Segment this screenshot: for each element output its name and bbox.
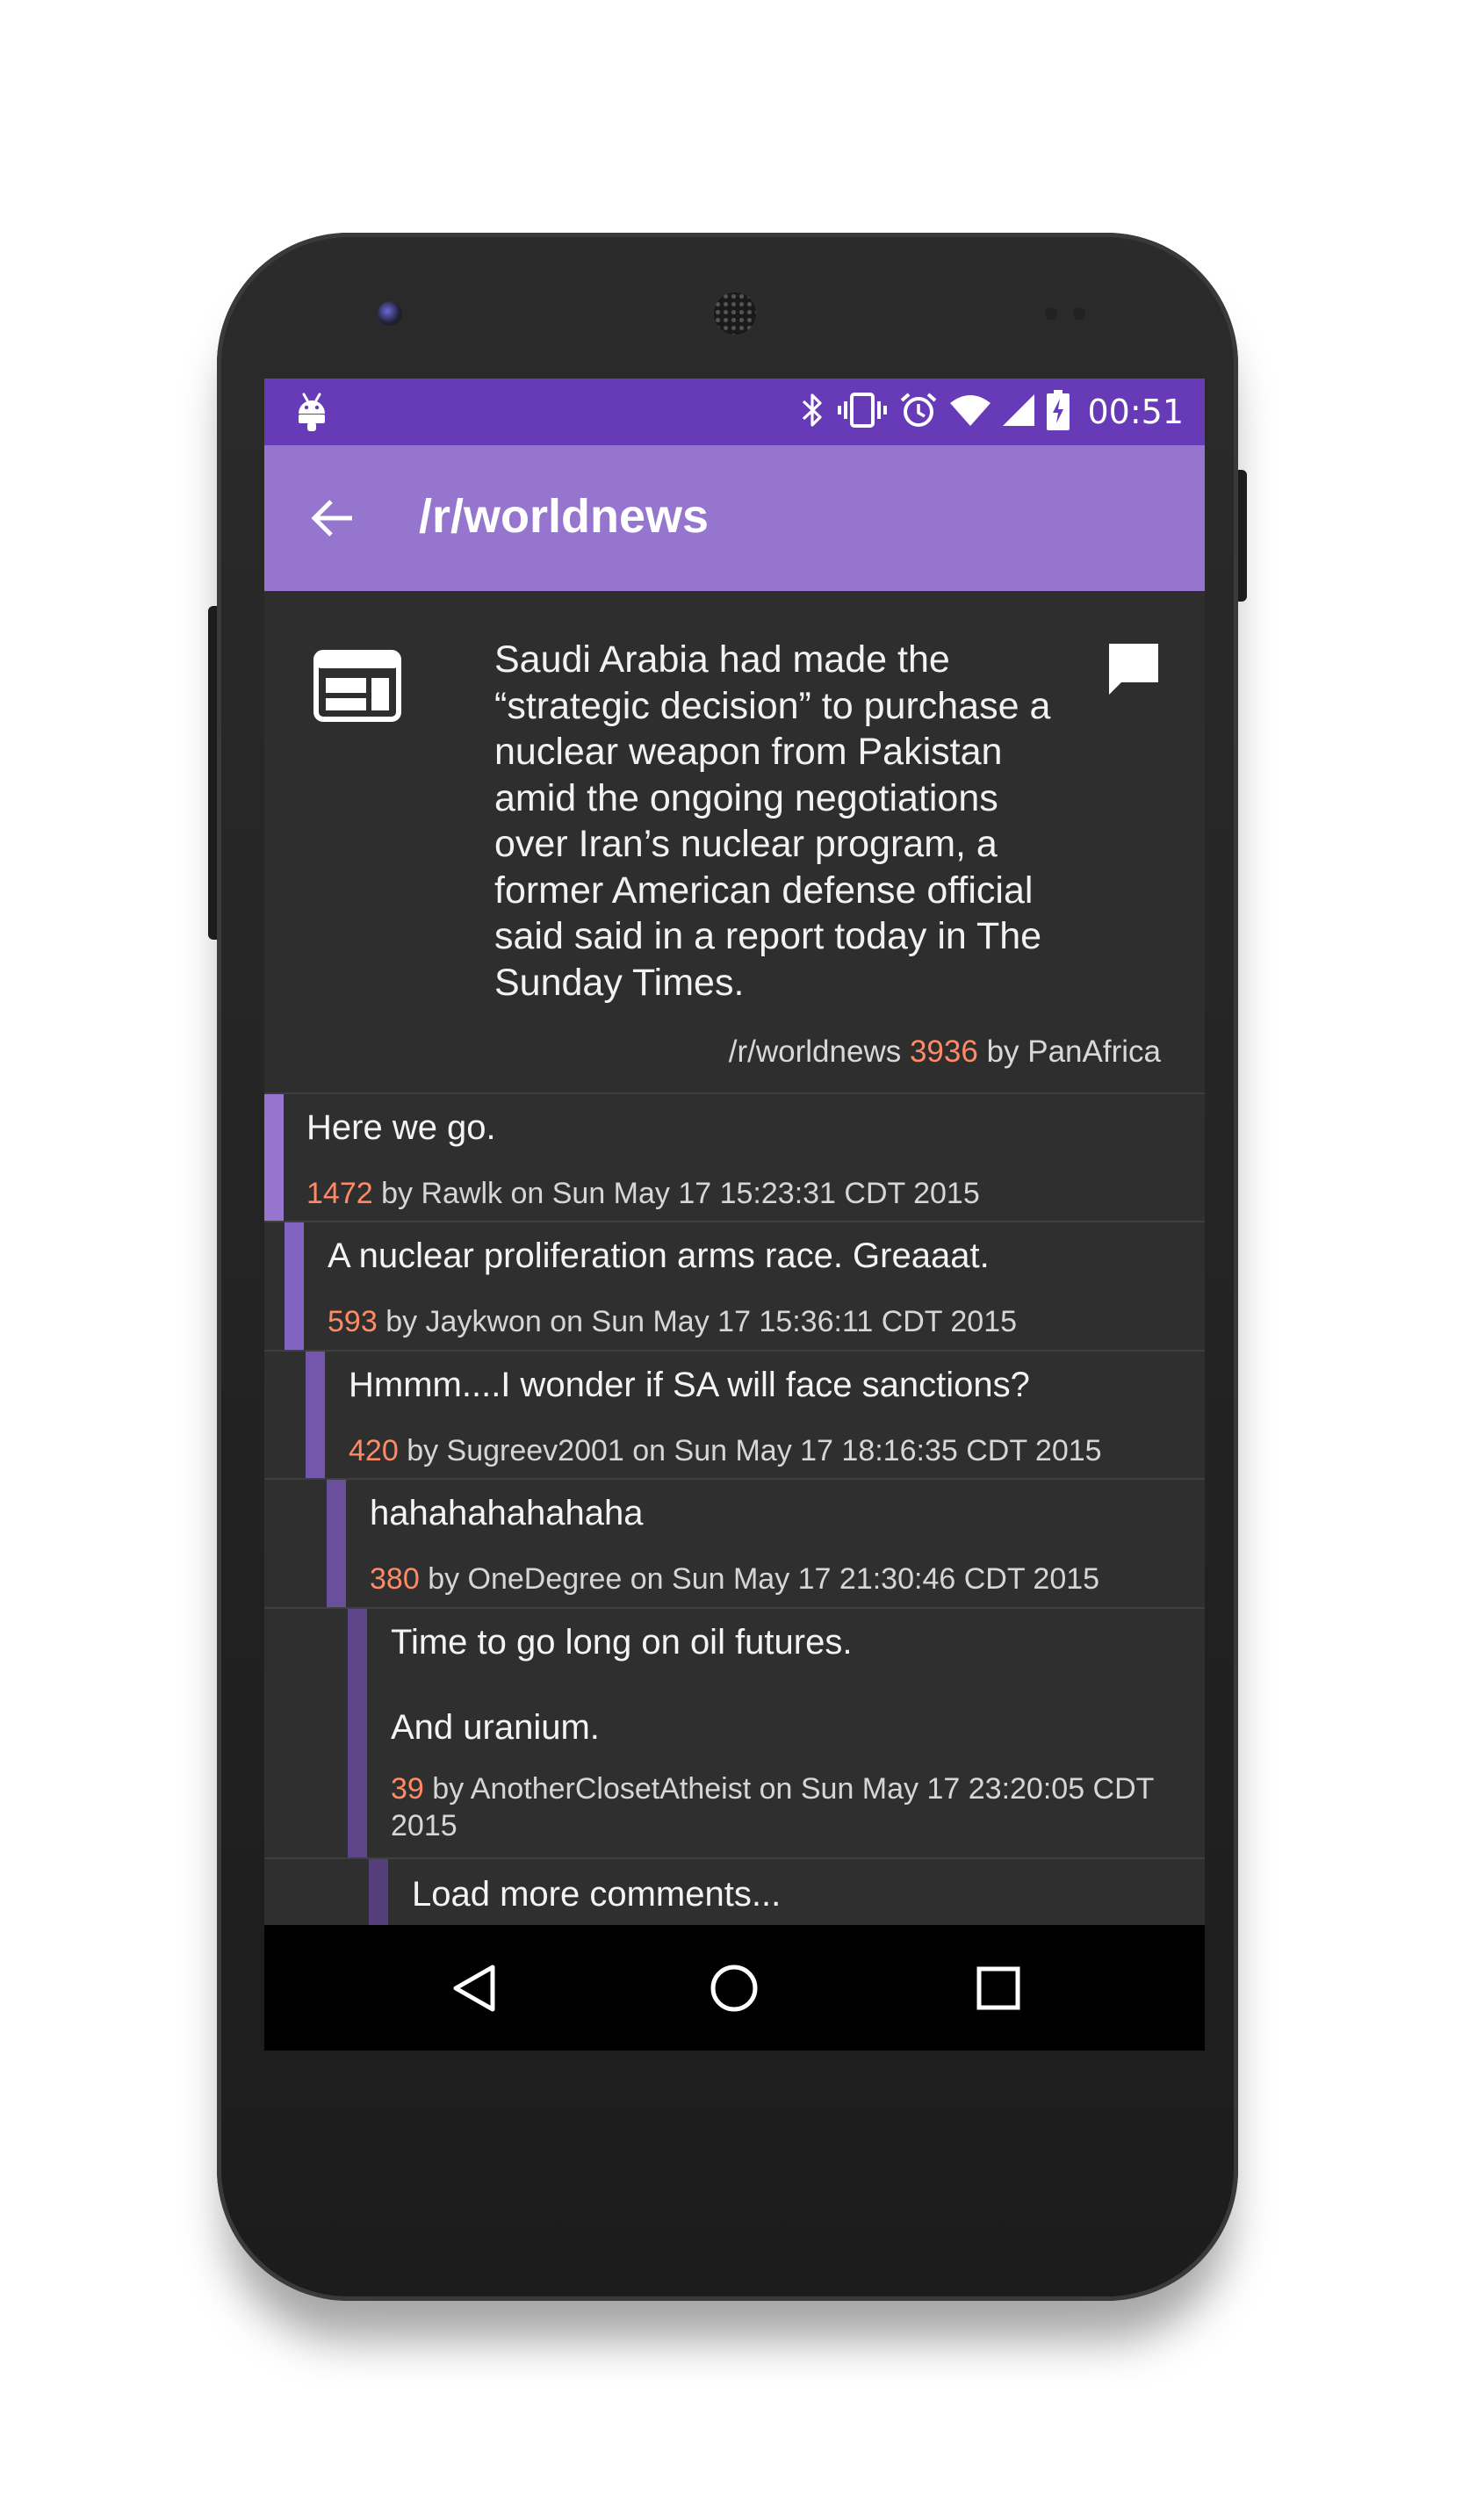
comment-score: 593 — [328, 1305, 378, 1338]
alarm-icon — [899, 391, 938, 434]
post-score: 3936 — [909, 1035, 978, 1069]
comment-body: Hmmm....I wonder if SA will face sanctio… — [349, 1366, 1030, 1404]
post-header[interactable]: Saudi Arabia had made the “strategic dec… — [264, 591, 1205, 1094]
bluetooth-icon — [799, 391, 825, 434]
phone-screen: 00:51 /r/worldnews Saudi Arabia had made… — [264, 379, 1205, 2051]
depth-indicator — [306, 1352, 325, 1478]
page-title: /r/worldnews — [419, 490, 710, 543]
load-more-comments[interactable]: Load more comments... — [264, 1859, 1205, 1929]
comment-body: Here we go. — [306, 1108, 496, 1147]
comment-score: 39 — [391, 1772, 424, 1806]
load-more-label[interactable]: Load more comments... — [412, 1873, 781, 1915]
comment-body: A nuclear proliferation arms race. Greaa… — [328, 1236, 990, 1275]
wifi-icon — [950, 393, 991, 432]
earpiece-speaker — [711, 290, 759, 337]
comment-body-line1: Time to go long on oil futures. — [391, 1623, 853, 1662]
depth-indicator — [285, 1222, 304, 1350]
comment-author-date: by Rawlk on Sun May 17 15:23:31 CDT 2015 — [381, 1177, 980, 1210]
android-debug-icon — [296, 391, 328, 436]
web-link-icon[interactable] — [313, 650, 401, 726]
comment-meta-continuation: 2015 — [391, 1809, 457, 1842]
comment-meta: 1472 by Rawlk on Sun May 17 15:23:31 CDT… — [306, 1175, 980, 1212]
status-bar: 00:51 — [264, 379, 1205, 445]
depth-indicator — [348, 1609, 367, 1857]
arrow-back-icon[interactable] — [310, 496, 356, 544]
depth-indicator — [369, 1859, 388, 1929]
system-nav-bar — [264, 1925, 1205, 2051]
comment-item[interactable]: Time to go long on oil futures. And uran… — [264, 1609, 1205, 1859]
cell-signal-icon — [1003, 393, 1035, 432]
post-meta: /r/worldnews 3936 by PanAfrica — [729, 1035, 1161, 1070]
comment-score: 380 — [370, 1562, 420, 1596]
post-title[interactable]: Saudi Arabia had made the “strategic dec… — [494, 637, 1074, 1006]
comment-author-date: by OneDegree on Sun May 17 21:30:46 CDT … — [428, 1562, 1100, 1596]
comment-author-date: by Jaykwon on Sun May 17 15:36:11 CDT 20… — [385, 1305, 1018, 1338]
comment-score: 420 — [349, 1434, 399, 1467]
comment-icon[interactable] — [1106, 640, 1162, 701]
comment-author-date: by AnotherClosetAtheist on Sun May 17 23… — [432, 1772, 1155, 1806]
comment-item[interactable]: hahahahahahaha 380 by OneDegree on Sun M… — [264, 1480, 1205, 1609]
app-bar: /r/worldnews — [264, 445, 1205, 591]
post-subreddit[interactable]: /r/worldnews — [729, 1035, 901, 1069]
depth-indicator — [327, 1480, 346, 1607]
comment-item[interactable]: A nuclear proliferation arms race. Greaa… — [264, 1222, 1205, 1352]
nav-recents-icon[interactable] — [974, 1962, 1023, 2019]
comment-meta: 593 by Jaykwon on Sun May 17 15:36:11 CD… — [328, 1303, 1017, 1340]
proximity-sensor — [1045, 307, 1057, 320]
comment-meta: 420 by Sugreev2001 on Sun May 17 18:16:3… — [349, 1432, 1102, 1469]
nav-home-icon[interactable] — [708, 1962, 760, 2019]
comment-meta: 380 by OneDegree on Sun May 17 21:30:46 … — [370, 1561, 1099, 1597]
comment-meta: 39 by AnotherClosetAtheist on Sun May 17… — [391, 1770, 1154, 1807]
nav-back-icon[interactable] — [449, 1962, 498, 2019]
comment-body: hahahahahahaha — [370, 1494, 644, 1532]
vibrate-icon — [838, 391, 888, 434]
status-clock: 00:51 — [1087, 393, 1184, 431]
comment-body-line2: And uranium. — [391, 1708, 600, 1747]
front-camera — [378, 301, 402, 326]
comment-item[interactable]: Hmmm....I wonder if SA will face sanctio… — [264, 1352, 1205, 1480]
depth-indicator — [264, 1094, 284, 1221]
comment-item[interactable]: Here we go. 1472 by Rawlk on Sun May 17 … — [264, 1094, 1205, 1222]
post-author: by PanAfrica — [986, 1035, 1161, 1069]
comment-score: 1472 — [306, 1177, 373, 1210]
comment-author-date: by Sugreev2001 on Sun May 17 18:16:35 CD… — [407, 1434, 1102, 1467]
battery-charging-icon — [1047, 389, 1070, 435]
light-sensor — [1073, 307, 1085, 320]
